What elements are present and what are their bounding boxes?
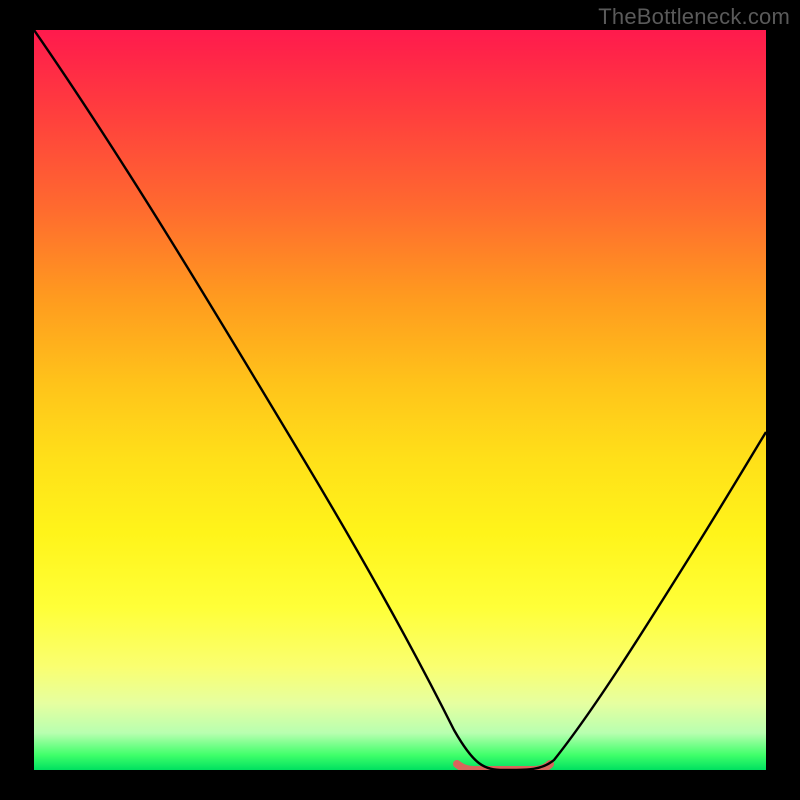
chart-frame: TheBottleneck.com (0, 0, 800, 800)
chart-plot-area (34, 30, 766, 770)
bottleneck-curve (34, 30, 766, 770)
watermark-label: TheBottleneck.com (598, 4, 790, 30)
chart-svg (34, 30, 766, 770)
